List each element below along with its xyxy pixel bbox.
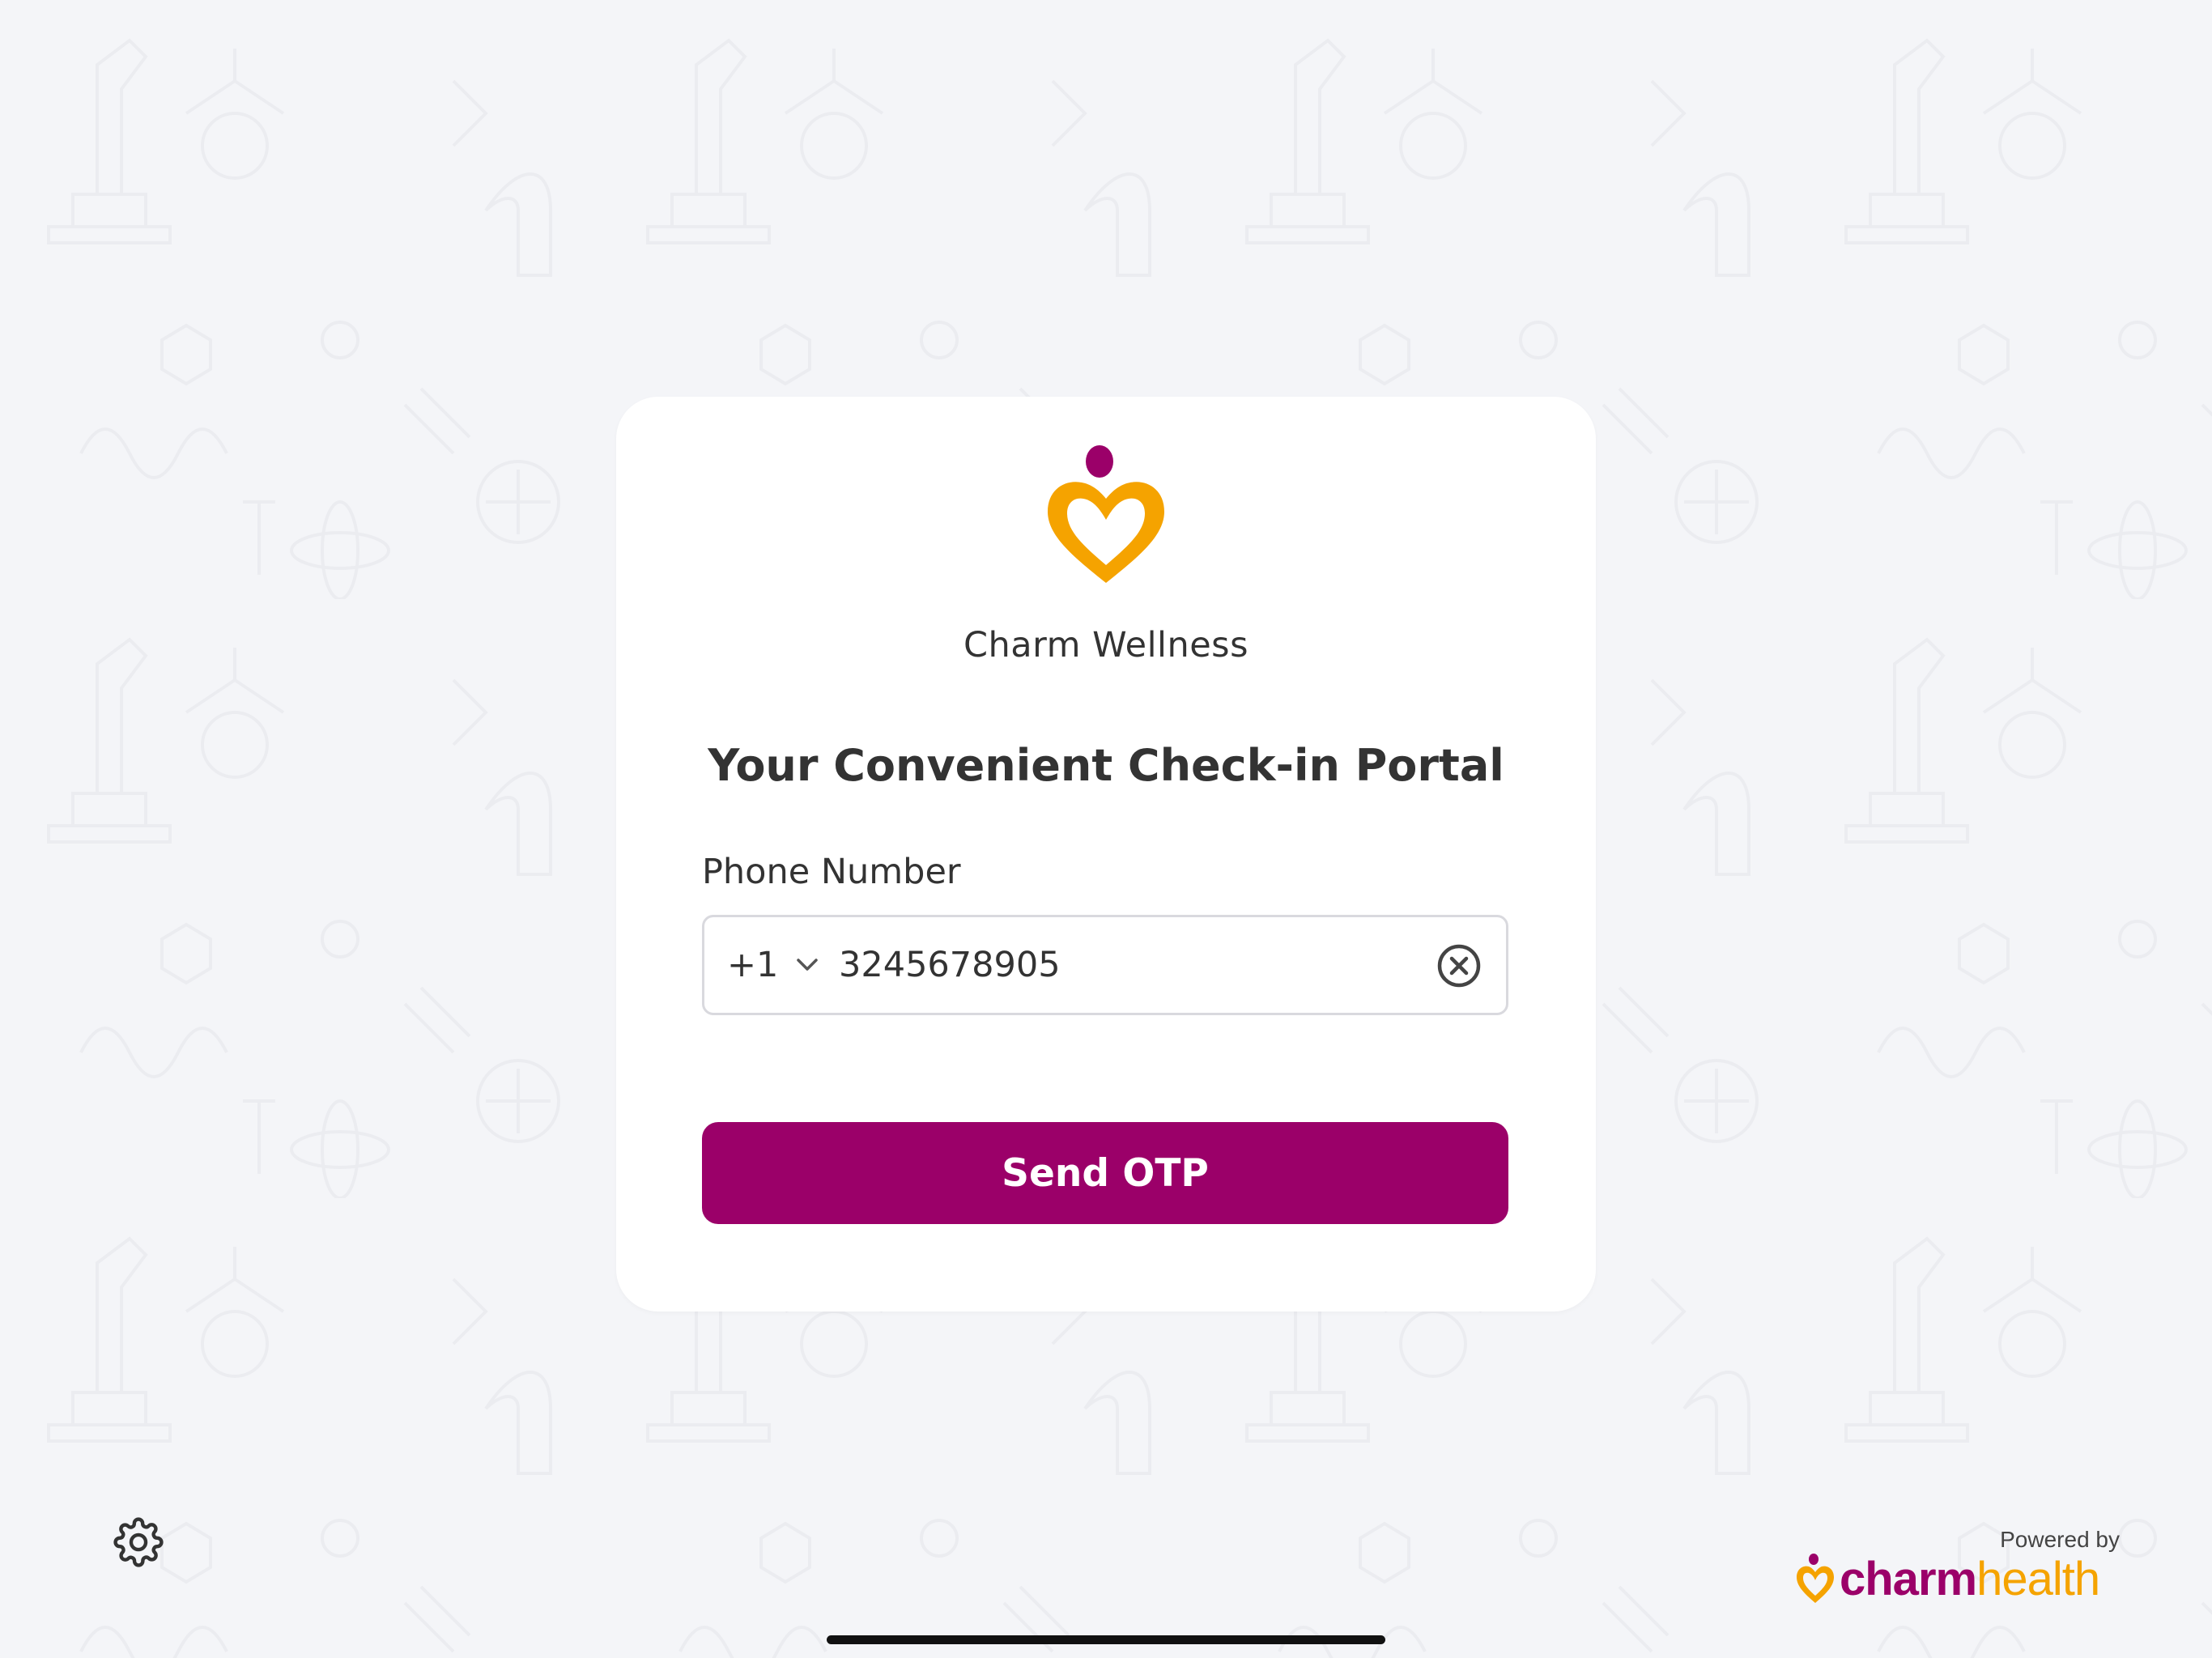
- powered-by-label: Powered by: [2000, 1527, 2120, 1552]
- login-card: Charm Wellness Your Convenient Check-in …: [616, 397, 1596, 1312]
- brand-health-text: health: [1976, 1553, 2100, 1605]
- brand-wordmark: charmhealth: [1840, 1553, 2100, 1605]
- brand-heart-icon: [1797, 1554, 1834, 1603]
- gear-icon[interactable]: [113, 1517, 164, 1567]
- charm-heart-logo-icon: [1048, 445, 1164, 583]
- charmhealth-logo: charmhealth: [1794, 1553, 2100, 1606]
- clinic-name: Charm Wellness: [963, 625, 1249, 665]
- page-title: Your Convenient Check-in Portal: [708, 740, 1504, 791]
- phone-number-input[interactable]: [839, 917, 1422, 1013]
- send-otp-button[interactable]: Send OTP: [702, 1122, 1508, 1224]
- brand-charm-text: charm: [1840, 1553, 1977, 1605]
- phone-number-label: Phone Number: [702, 852, 961, 892]
- country-code-dropdown[interactable]: +1: [727, 917, 819, 1013]
- chevron-down-icon: [797, 959, 819, 971]
- home-indicator[interactable]: [827, 1635, 1385, 1644]
- country-code-value: +1: [727, 945, 779, 985]
- phone-number-field: +1: [702, 915, 1508, 1015]
- clear-circle-x-icon[interactable]: [1436, 943, 1482, 988]
